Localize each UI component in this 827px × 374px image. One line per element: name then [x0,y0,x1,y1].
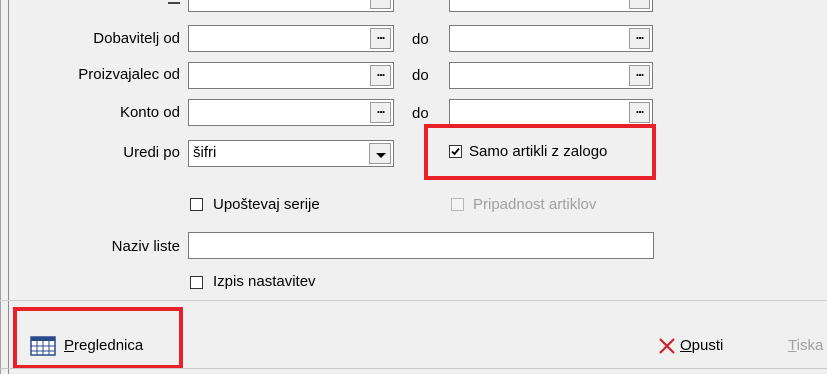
supplier-from-browse-button[interactable]: ... [370,28,391,49]
supplier-from-field[interactable]: ... [188,25,394,52]
chevron-down-icon[interactable] [369,143,391,164]
bottom-border [0,368,827,369]
sort-combobox[interactable]: šifri [188,140,394,167]
panel-left-border [8,0,9,374]
top-to-browse-button[interactable] [629,0,650,9]
supplier-to-browse-button[interactable]: ... [629,28,650,49]
highlight-box-in-stock [424,124,656,180]
list-name-label: Naziv liste [111,238,180,255]
window-left-border [0,0,1,374]
account-from-field[interactable]: ... [188,99,394,126]
producer-from-field[interactable]: ... [188,62,394,89]
consider-series-checkbox[interactable] [190,198,203,211]
account-to-label: do [412,105,429,122]
toolbar-separator [0,300,827,301]
list-name-input[interactable] [188,232,654,259]
top-to-field[interactable] [449,0,653,12]
top-label-fragment [168,2,180,4]
sort-label: Uredi po [123,144,180,161]
account-to-browse-button[interactable]: ... [629,102,650,123]
account-from-browse-button[interactable]: ... [370,102,391,123]
article-membership-checkbox[interactable] [451,198,464,211]
sort-combobox-value: šifri [193,144,217,161]
supplier-from-label: Dobavitelj od [93,30,180,47]
close-icon [658,337,676,359]
producer-to-browse-button[interactable]: ... [629,65,650,86]
supplier-to-field[interactable]: ... [449,25,653,52]
account-to-field[interactable]: ... [449,99,653,126]
print-button[interactable]: Tiska [788,337,823,354]
cancel-button[interactable]: Opusti [658,334,748,358]
producer-to-label: do [412,67,429,84]
highlight-box-browser [13,307,183,369]
supplier-to-label: do [412,31,429,48]
consider-series-label[interactable]: Upoštevaj serije [213,196,320,213]
top-from-field[interactable] [188,0,394,12]
producer-to-field[interactable]: ... [449,62,653,89]
cancel-button-label: Opusti [680,337,724,354]
producer-from-label: Proizvajalec od [78,66,180,83]
print-settings-checkbox[interactable] [190,276,203,289]
producer-from-browse-button[interactable]: ... [370,65,391,86]
print-settings-label[interactable]: Izpis nastavitev [213,273,316,290]
article-membership-label: Pripadnost artiklov [473,196,597,213]
account-from-label: Konto od [119,104,180,121]
top-from-browse-button[interactable] [370,0,391,9]
